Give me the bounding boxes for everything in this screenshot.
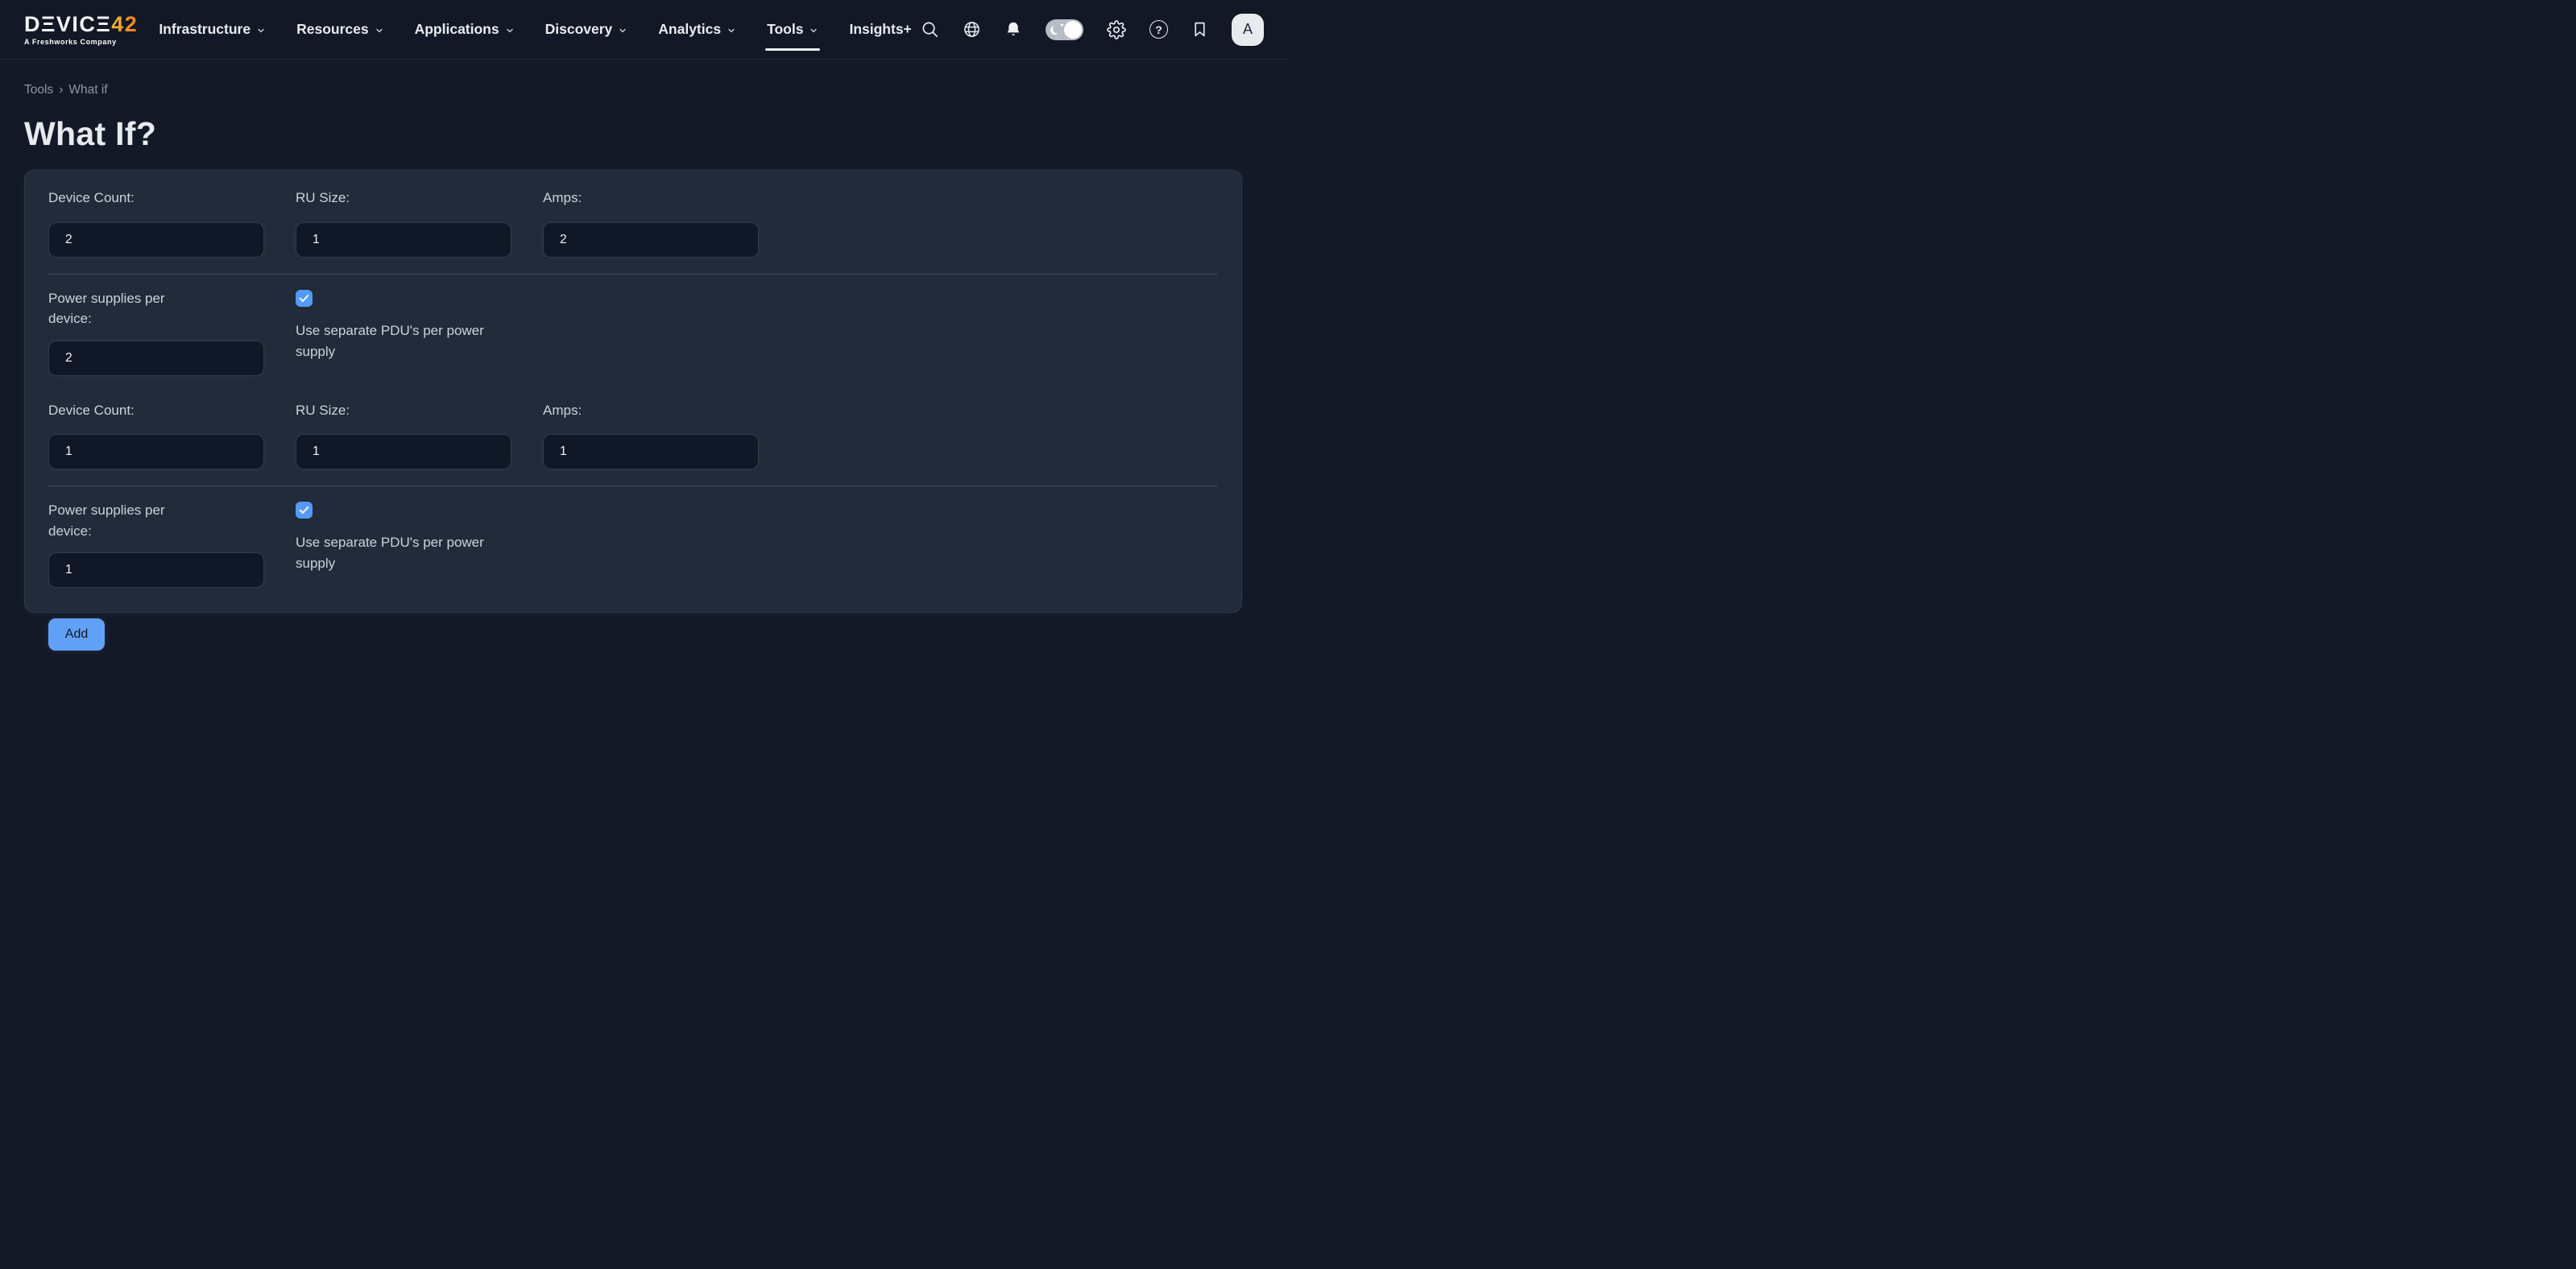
row-divider	[48, 274, 1218, 275]
amps-input-1[interactable]	[543, 222, 759, 258]
globe-icon[interactable]	[963, 20, 981, 39]
breadcrumb-separator: ›	[59, 83, 63, 97]
field-label: Power supplies per device:	[48, 500, 187, 541]
chevron-down-icon	[256, 26, 266, 35]
top-navbar: DΞVICΞ42 A Freshworks Company Infrastruc…	[0, 0, 1288, 60]
field-label: RU Size:	[296, 188, 543, 209]
logo-number: 42	[111, 14, 138, 35]
nav-item-discovery[interactable]: Discovery	[545, 0, 628, 60]
moon-icon	[1050, 26, 1059, 35]
amps-input-2[interactable]	[543, 434, 759, 469]
logo-tagline: A Freshworks Company	[24, 39, 138, 46]
field-ru-size-1: RU Size:	[296, 188, 543, 258]
form-row-group2-a: Device Count: RU Size: Amps:	[48, 400, 1218, 470]
chevron-down-icon	[375, 26, 384, 35]
breadcrumb: Tools › What if	[24, 83, 1264, 97]
nav-item-resources[interactable]: Resources	[296, 0, 384, 60]
add-button[interactable]: Add	[48, 618, 105, 651]
field-power-supplies-2: Power supplies per device:	[48, 500, 296, 588]
what-if-form-card: Device Count: RU Size: Amps: Power suppl…	[24, 170, 1242, 613]
field-label: Amps:	[543, 400, 790, 421]
separate-pdus-checkbox-1[interactable]	[296, 290, 313, 307]
nav-item-infrastructure[interactable]: Infrastructure	[159, 0, 266, 60]
nav-item-label: Insights+	[849, 21, 911, 38]
user-avatar[interactable]: A	[1232, 14, 1264, 46]
logo-wordmark: DΞVICΞ42	[24, 14, 138, 35]
navbar-actions: ✦ ? A	[921, 14, 1264, 46]
nav-item-label: Applications	[415, 21, 499, 38]
chevron-down-icon	[505, 26, 515, 35]
bookmark-icon[interactable]	[1191, 20, 1208, 39]
field-label: RU Size:	[296, 400, 543, 421]
device-count-input-1[interactable]	[48, 222, 264, 258]
field-device-count-2: Device Count:	[48, 400, 296, 470]
form-row-group2-b: Power supplies per device: Use separate …	[48, 500, 1218, 588]
ru-size-input-2[interactable]	[296, 434, 511, 469]
main-nav: Infrastructure Resources Applications Di…	[159, 0, 911, 60]
nav-item-label: Infrastructure	[159, 21, 251, 38]
dark-mode-toggle[interactable]: ✦	[1046, 19, 1083, 40]
help-icon[interactable]: ?	[1149, 20, 1168, 39]
field-ru-size-2: RU Size:	[296, 400, 543, 470]
field-label: Device Count:	[48, 188, 296, 209]
field-device-count-1: Device Count:	[48, 188, 296, 258]
power-supplies-input-2[interactable]	[48, 552, 264, 588]
field-label: Device Count:	[48, 400, 296, 421]
bell-icon[interactable]	[1004, 20, 1022, 39]
field-label: Amps:	[543, 188, 790, 209]
search-icon[interactable]	[921, 20, 939, 39]
logo-text: DΞVICΞ	[24, 14, 111, 35]
field-amps-2: Amps:	[543, 400, 790, 470]
device42-logo[interactable]: DΞVICΞ42 A Freshworks Company	[24, 14, 138, 46]
field-amps-1: Amps:	[543, 188, 790, 258]
question-mark: ?	[1149, 20, 1168, 39]
nav-item-applications[interactable]: Applications	[415, 0, 515, 60]
checkbox-label: Use separate PDU's per power supply	[296, 532, 503, 575]
nav-item-tools[interactable]: Tools	[767, 0, 818, 60]
chevron-down-icon	[618, 26, 627, 35]
toggle-knob	[1064, 21, 1082, 39]
chevron-down-icon	[809, 26, 818, 35]
field-label: Power supplies per device:	[48, 288, 187, 329]
nav-item-label: Resources	[296, 21, 369, 38]
page-title: What If?	[24, 115, 1264, 153]
field-separate-pdus-2: Use separate PDU's per power supply	[296, 500, 543, 588]
breadcrumb-tools[interactable]: Tools	[24, 83, 53, 97]
ru-size-input-1[interactable]	[296, 222, 511, 258]
form-row-group1-a: Device Count: RU Size: Amps:	[48, 188, 1218, 258]
nav-item-label: Analytics	[658, 21, 721, 38]
nav-item-label: Tools	[767, 21, 803, 38]
nav-item-analytics[interactable]: Analytics	[658, 0, 736, 60]
main-content: Tools › What if What If? Device Count: R…	[0, 83, 1288, 613]
breadcrumb-what-if[interactable]: What if	[68, 83, 107, 97]
form-row-group1-b: Power supplies per device: Use separate …	[48, 288, 1218, 376]
nav-item-label: Discovery	[545, 21, 613, 38]
field-separate-pdus-1: Use separate PDU's per power supply	[296, 288, 543, 376]
field-power-supplies-1: Power supplies per device:	[48, 288, 296, 376]
chevron-down-icon	[727, 26, 736, 35]
device-count-input-2[interactable]	[48, 434, 264, 469]
gear-icon[interactable]	[1107, 20, 1126, 39]
power-supplies-input-1[interactable]	[48, 341, 264, 376]
checkbox-label: Use separate PDU's per power supply	[296, 320, 503, 363]
separate-pdus-checkbox-2[interactable]	[296, 502, 313, 519]
nav-item-insights[interactable]: Insights+	[849, 0, 911, 60]
